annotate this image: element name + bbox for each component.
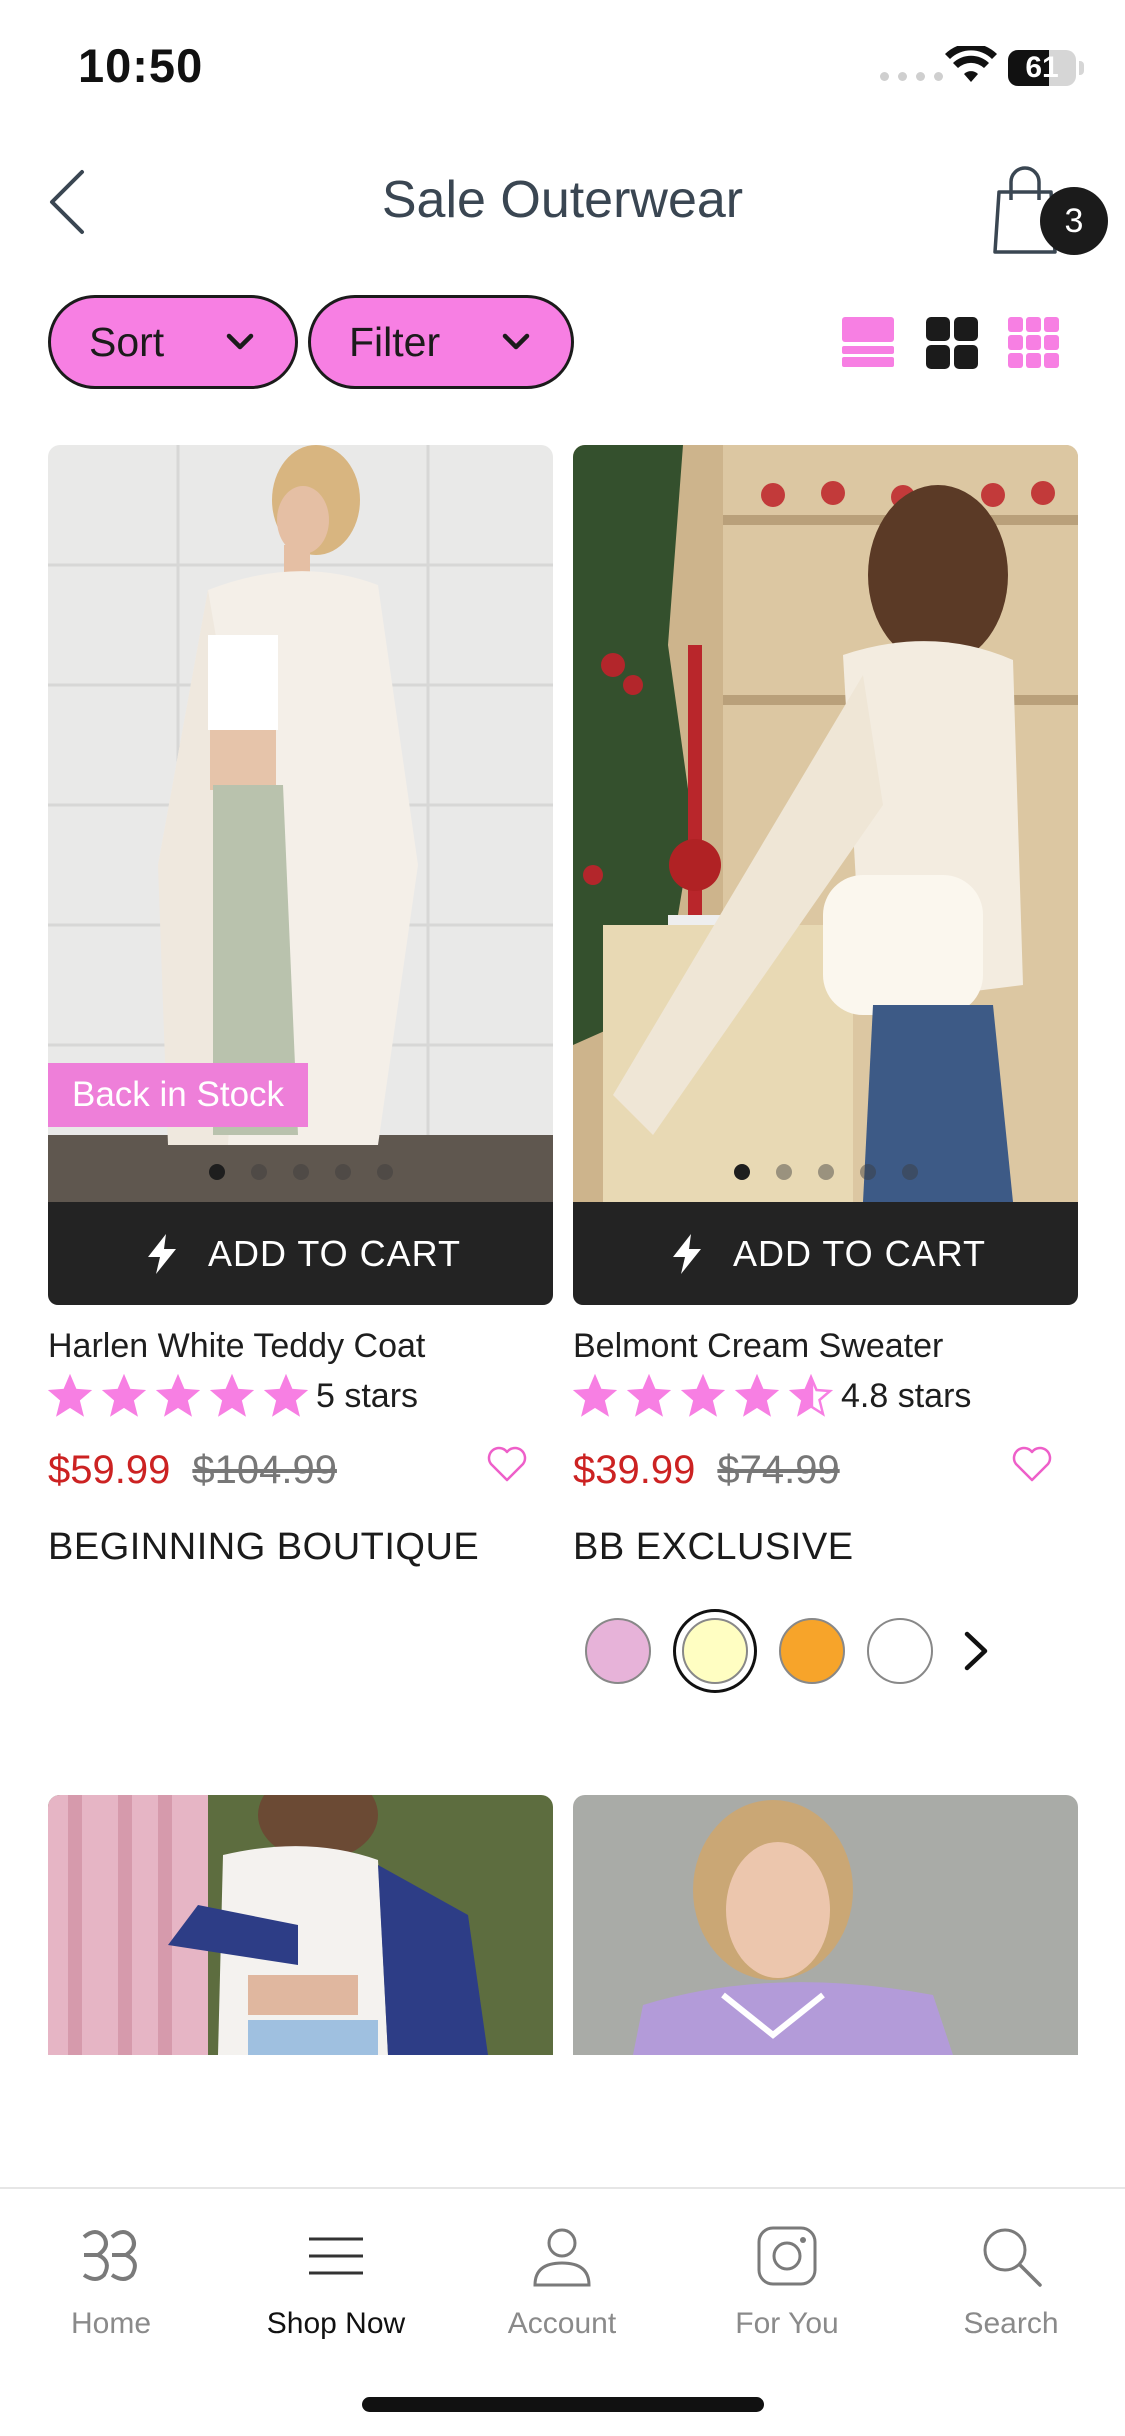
rating-text: 4.8 stars	[841, 1376, 972, 1415]
tab-shop-now[interactable]: Shop Now	[246, 2219, 426, 2341]
product-card[interactable]	[48, 1795, 553, 2055]
home-indicator	[362, 2397, 764, 2412]
carousel-dot[interactable]	[208, 1164, 225, 1180]
tab-label: Home	[70, 2307, 152, 2340]
three-column-grid-icon[interactable]	[1006, 315, 1062, 371]
chevron-down-icon	[226, 333, 254, 350]
add-to-cart-label: ADD TO CART	[732, 1232, 987, 1274]
product-rating: 4.8 stars	[573, 1374, 1078, 1418]
star-full-icon	[627, 1374, 671, 1417]
product-prices: $59.99 $104.99	[48, 1446, 553, 1498]
product-brand[interactable]: BB EXCLUSIVE	[573, 1526, 1078, 1569]
tab-label: For You	[735, 2307, 839, 2340]
product-image[interactable]	[48, 1795, 553, 2055]
carousel-dot[interactable]	[250, 1164, 267, 1180]
rating-stars	[48, 1374, 308, 1418]
product-image[interactable]: Back in Stock	[48, 445, 553, 1202]
star-full-icon	[156, 1374, 200, 1417]
carousel-dot[interactable]	[334, 1164, 351, 1180]
rating-stars	[573, 1374, 833, 1418]
carousel-dot[interactable]	[292, 1164, 309, 1180]
heart-icon[interactable]	[1010, 1442, 1054, 1486]
color-swatch[interactable]	[867, 1618, 933, 1684]
carousel-dot[interactable]	[901, 1164, 918, 1180]
tab-search[interactable]: Search	[921, 2219, 1101, 2341]
star-full-icon	[735, 1374, 779, 1417]
star-full-icon	[210, 1374, 254, 1417]
star-partial-icon	[789, 1374, 833, 1417]
star-full-icon	[102, 1374, 146, 1417]
image-carousel-dots[interactable]	[48, 1164, 553, 1180]
carousel-dot[interactable]	[376, 1164, 393, 1180]
app-header: Sale Outerwear	[0, 140, 1125, 265]
search-icon	[983, 2228, 1042, 2287]
product-brand[interactable]: BEGINNING BOUTIQUE	[48, 1526, 553, 1569]
color-swatches	[573, 1609, 1078, 1693]
product-prices: $39.99 $74.99	[573, 1446, 1078, 1498]
tab-label: Account	[507, 2307, 617, 2340]
sale-price: $59.99	[48, 1448, 171, 1492]
original-price: $74.99	[717, 1448, 840, 1492]
star-full-icon	[681, 1374, 725, 1417]
lightning-icon	[672, 1233, 701, 1274]
filter-button[interactable]: Filter	[308, 295, 574, 389]
color-swatch[interactable]	[779, 1618, 845, 1684]
color-swatch	[682, 1618, 748, 1684]
image-carousel-dots[interactable]	[573, 1164, 1078, 1180]
product-card[interactable]: Back in Stock ADD TO CART Harlen White T…	[48, 445, 553, 1569]
instagram-icon	[757, 2226, 817, 2286]
product-card[interactable]: ADD TO CART Belmont Cream Sweater 4.8 st…	[573, 445, 1078, 1693]
account-icon	[533, 2228, 591, 2287]
carousel-dot[interactable]	[859, 1164, 876, 1180]
cellular-signal-icon	[880, 72, 943, 81]
carousel-dot[interactable]	[817, 1164, 834, 1180]
status-bar: 10:50 61	[0, 0, 1125, 140]
sort-button[interactable]: Sort	[48, 295, 298, 389]
add-to-cart-label: ADD TO CART	[207, 1232, 462, 1274]
tab-for-you[interactable]: For You	[697, 2219, 877, 2341]
product-image[interactable]	[573, 1795, 1078, 2055]
product-rating: 5 stars	[48, 1374, 553, 1418]
add-to-cart-button[interactable]: ADD TO CART	[48, 1202, 553, 1305]
carousel-dot[interactable]	[733, 1164, 750, 1180]
battery-tip	[1079, 61, 1084, 75]
sale-price: $39.99	[573, 1448, 696, 1492]
color-swatch[interactable]	[585, 1618, 651, 1684]
menu-icon	[309, 2237, 363, 2275]
star-full-icon	[573, 1374, 617, 1417]
product-image[interactable]	[573, 445, 1078, 1202]
add-to-cart-button[interactable]: ADD TO CART	[573, 1202, 1078, 1305]
star-full-icon	[48, 1374, 92, 1417]
back-in-stock-badge: Back in Stock	[48, 1063, 309, 1127]
selected-color-swatch[interactable]	[673, 1609, 757, 1693]
tab-label: Search	[963, 2307, 1059, 2340]
sort-label: Sort	[89, 318, 165, 365]
heart-icon[interactable]	[485, 1442, 529, 1486]
product-name[interactable]: Harlen White Teddy Coat	[48, 1327, 553, 1366]
filter-label: Filter	[349, 318, 441, 365]
lightning-icon	[147, 1233, 176, 1274]
battery-icon: 61	[1008, 50, 1076, 86]
tab-home[interactable]: Home	[21, 2219, 201, 2341]
brand-logo-icon	[82, 2230, 137, 2281]
single-column-view-icon[interactable]	[840, 315, 896, 371]
chevron-right-icon[interactable]	[955, 1626, 995, 1676]
wifi-icon	[945, 46, 997, 82]
battery-level: 61	[1025, 51, 1059, 84]
toolbar: Sort Filter	[0, 290, 1125, 390]
star-full-icon	[264, 1374, 308, 1417]
product-card[interactable]	[573, 1795, 1078, 2055]
page-title: Sale Outerwear	[381, 171, 744, 229]
rating-text: 5 stars	[316, 1376, 419, 1415]
cream-sweater-photo	[573, 445, 1078, 1202]
two-column-grid-icon[interactable]	[924, 315, 980, 371]
chevron-down-icon	[502, 333, 530, 350]
tab-label: Shop Now	[266, 2307, 406, 2340]
product-name[interactable]: Belmont Cream Sweater	[573, 1327, 1078, 1366]
carousel-dot[interactable]	[775, 1164, 792, 1180]
cart-count-badge: 3	[1040, 187, 1108, 255]
status-time: 10:50	[78, 39, 204, 92]
original-price: $104.99	[192, 1448, 337, 1492]
tab-account[interactable]: Account	[472, 2219, 652, 2341]
